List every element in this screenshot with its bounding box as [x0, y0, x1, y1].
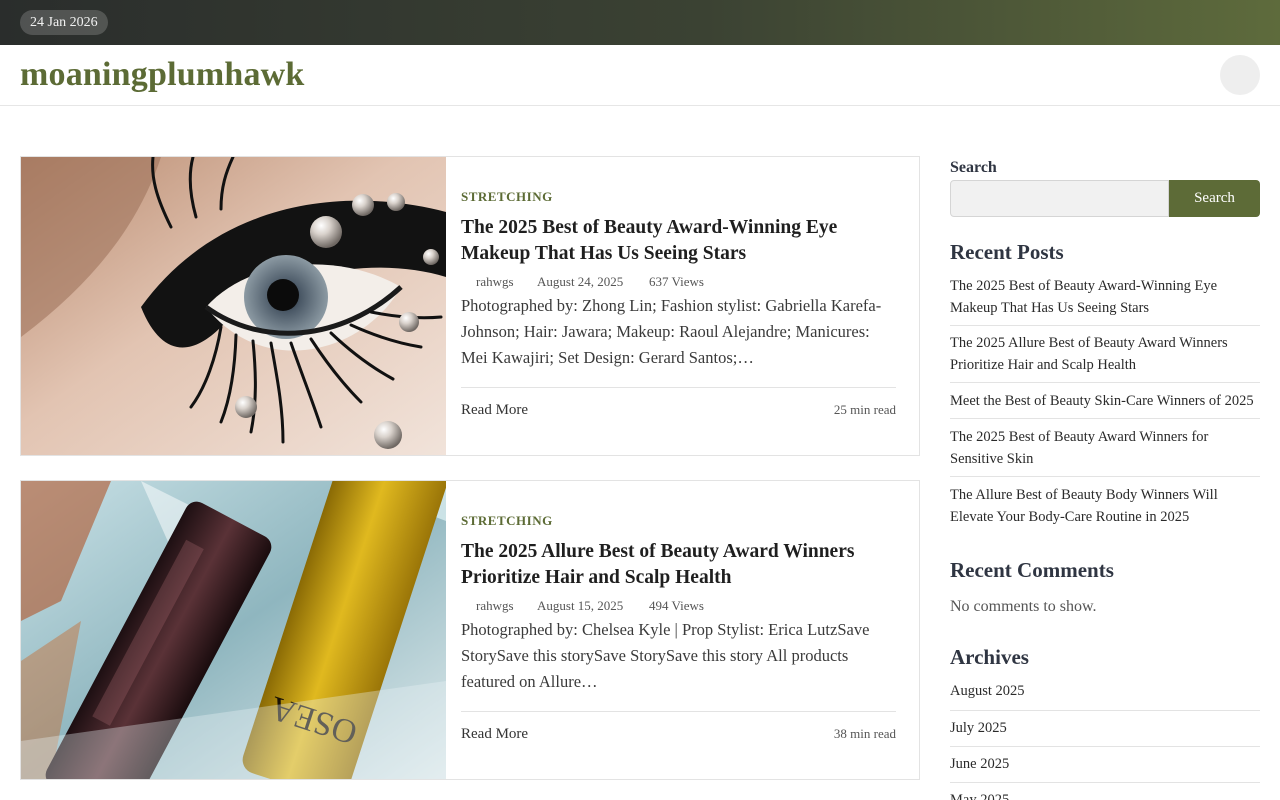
- divider: [950, 418, 1260, 419]
- recent-post-link[interactable]: The Allure Best of Beauty Body Winners W…: [950, 484, 1260, 528]
- post-card: OSEA STRETCHING The 2025 Allure Best of …: [20, 480, 920, 780]
- divider: [950, 325, 1260, 326]
- post-title[interactable]: The 2025 Allure Best of Beauty Award Win…: [461, 539, 891, 590]
- search-input[interactable]: [950, 180, 1169, 217]
- divider: [950, 710, 1260, 711]
- post-views: 637 Views: [649, 274, 704, 289]
- post-category[interactable]: STRETCHING: [461, 189, 553, 205]
- card-divider: [461, 387, 896, 388]
- archive-link[interactable]: August 2025: [950, 680, 1260, 702]
- post-date[interactable]: August 15, 2025: [537, 598, 623, 614]
- read-time: 38 min read: [833, 726, 896, 741]
- post-thumbnail[interactable]: [21, 157, 446, 455]
- post-category[interactable]: STRETCHING: [461, 513, 553, 529]
- post-excerpt: Photographed by: Zhong Lin; Fashion styl…: [461, 296, 882, 367]
- post-title[interactable]: The 2025 Best of Beauty Award-Winning Ey…: [461, 215, 891, 266]
- post-body: STRETCHING The 2025 Best of Beauty Award…: [461, 157, 896, 455]
- divider: [950, 746, 1260, 747]
- recent-comments-title: Recent Comments: [950, 558, 1114, 582]
- post-author[interactable]: rahwgs: [476, 598, 514, 614]
- post-views: 494 Views: [649, 598, 704, 613]
- search-label: Search: [950, 159, 997, 176]
- no-comments-text: No comments to show.: [950, 598, 1097, 615]
- post-body: STRETCHING The 2025 Allure Best of Beaut…: [461, 481, 896, 779]
- top-bar: 24 Jan 2026: [0, 0, 1280, 45]
- post-excerpt: Photographed by: Chelsea Kyle | Prop Sty…: [461, 620, 870, 691]
- card-divider: [461, 711, 896, 712]
- header-toggle-button[interactable]: [1220, 55, 1260, 95]
- post-thumbnail[interactable]: OSEA: [21, 481, 446, 779]
- hair-products-image: OSEA: [21, 481, 446, 779]
- archive-link[interactable]: June 2025: [950, 753, 1260, 775]
- post-card: STRETCHING The 2025 Best of Beauty Award…: [20, 156, 920, 456]
- eye-makeup-image: [21, 157, 446, 455]
- recent-post-link[interactable]: Meet the Best of Beauty Skin-Care Winner…: [950, 390, 1260, 412]
- archive-link[interactable]: July 2025: [950, 717, 1260, 739]
- read-time: 25 min read: [833, 402, 896, 417]
- site-header: moaningplumhawk: [0, 45, 1280, 106]
- post-author[interactable]: rahwgs: [476, 274, 514, 290]
- site-title[interactable]: moaningplumhawk: [20, 55, 305, 95]
- divider: [950, 382, 1260, 383]
- read-more-link[interactable]: Read More: [461, 726, 528, 743]
- archive-link[interactable]: May 2025: [950, 789, 1260, 800]
- recent-post-link[interactable]: The 2025 Best of Beauty Award Winners fo…: [950, 426, 1260, 470]
- read-more-link[interactable]: Read More: [461, 402, 528, 419]
- recent-post-link[interactable]: The 2025 Allure Best of Beauty Award Win…: [950, 332, 1260, 376]
- post-date[interactable]: August 24, 2025: [537, 274, 623, 290]
- recent-post-link[interactable]: The 2025 Best of Beauty Award-Winning Ey…: [950, 275, 1260, 319]
- divider: [950, 782, 1260, 783]
- divider: [950, 476, 1260, 477]
- recent-posts-title: Recent Posts: [950, 240, 1064, 264]
- date-badge: 24 Jan 2026: [20, 10, 108, 35]
- archives-title: Archives: [950, 645, 1029, 669]
- search-button[interactable]: Search: [1169, 180, 1260, 217]
